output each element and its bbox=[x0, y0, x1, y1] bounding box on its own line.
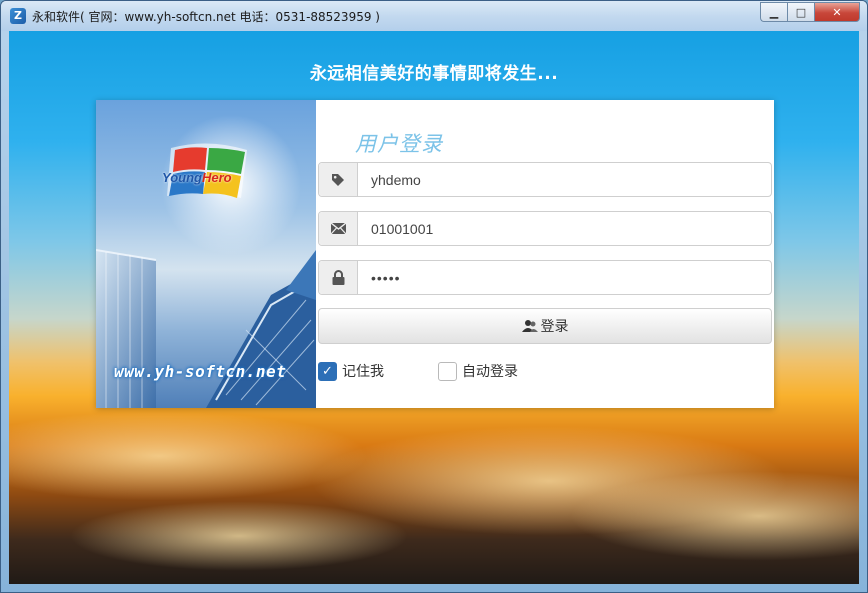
login-button-label: 登录 bbox=[540, 319, 569, 335]
auto-login-checkbox[interactable] bbox=[438, 361, 457, 381]
account-group bbox=[318, 211, 772, 246]
login-background: 永远相信美好的事情即将发生... YoungHero www.yh-softcn… bbox=[9, 31, 859, 584]
tag-icon bbox=[319, 163, 358, 196]
maximize-button[interactable]: □ bbox=[787, 2, 814, 22]
logo-text-young: Young bbox=[162, 170, 202, 185]
login-form: 用户登录 yhdemo 01001001 ••••• 登录 ✓ 记住我 自动登录 bbox=[318, 100, 774, 408]
title-bar[interactable]: Z 永和软件( 官网：www.yh-softcn.net 电话：0531-885… bbox=[1, 1, 867, 31]
remember-me-option[interactable]: ✓ 记住我 bbox=[318, 361, 384, 381]
minimize-button[interactable]: ▁ bbox=[760, 2, 787, 22]
password-group bbox=[318, 260, 772, 295]
password-input[interactable] bbox=[358, 261, 771, 294]
auto-login-label: 自动登录 bbox=[462, 364, 518, 380]
slogan-text: 永远相信美好的事情即将发生... bbox=[309, 64, 559, 84]
cloud-decoration bbox=[69, 501, 409, 571]
remember-me-checkbox[interactable]: ✓ bbox=[318, 361, 337, 381]
remember-me-label: 记住我 bbox=[342, 364, 384, 380]
window-title: 永和软件( 官网：www.yh-softcn.net 电话：0531-88523… bbox=[32, 10, 380, 24]
logo-wordmark: YoungHero bbox=[162, 170, 232, 185]
close-button[interactable]: ✕ bbox=[814, 2, 860, 22]
logo-text-hero: Hero bbox=[201, 170, 232, 185]
login-title: 用户登录 bbox=[355, 132, 443, 156]
login-button[interactable]: 登录 bbox=[318, 308, 772, 344]
main-window: Z 永和软件( 官网：www.yh-softcn.net 电话：0531-885… bbox=[0, 0, 868, 593]
website-url-text: www.yh-softcn.net bbox=[114, 362, 287, 381]
login-panel: YoungHero www.yh-softcn.net 用户登录 yhdemo … bbox=[96, 100, 774, 408]
username-input[interactable] bbox=[358, 163, 771, 196]
username-group bbox=[318, 162, 772, 197]
lock-icon bbox=[319, 261, 358, 294]
envelope-icon bbox=[319, 212, 358, 245]
auto-login-option[interactable]: 自动登录 bbox=[438, 361, 518, 381]
window-controls: ▁ □ ✕ bbox=[760, 2, 860, 22]
account-input[interactable] bbox=[358, 212, 771, 245]
app-logo-icon: Z bbox=[10, 8, 26, 24]
users-icon bbox=[521, 320, 538, 332]
brand-banner-image: YoungHero www.yh-softcn.net bbox=[96, 100, 316, 408]
